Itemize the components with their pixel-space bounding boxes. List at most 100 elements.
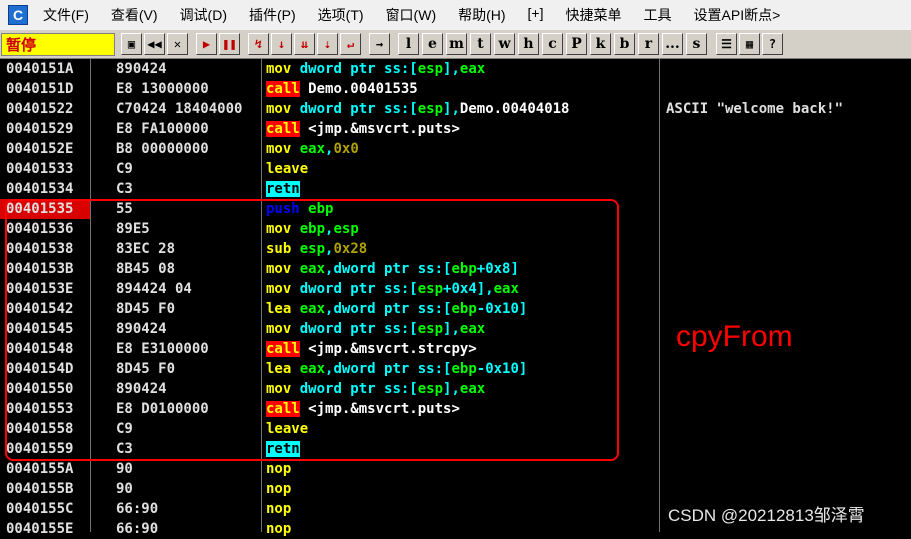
disasm-row[interactable]: 00401522 C70424 18404000 mov dword ptr ss:… [0,99,911,119]
instruction-cell: nop [266,499,656,519]
menu-item[interactable]: 文件(F) [32,5,100,25]
disasm-row[interactable]: 0040152E B8 00000000 mov eax,0x0 [0,139,911,159]
comment-cell [666,479,911,499]
menu-item[interactable]: [+] [517,5,555,25]
goto-icon[interactable]: → [369,33,390,55]
open-icon[interactable]: ▣ [121,33,142,55]
instruction-cell: mov eax,0x0 [266,139,656,159]
menu-item[interactable]: 工具 [633,5,683,25]
operand: 0x0 [333,141,359,157]
window-button-t[interactable]: t [470,33,491,55]
hex-dump-cell: E8 FA100000 [116,121,209,137]
execute-till-return-icon[interactable]: ↵ [340,33,361,55]
window-button-more[interactable]: ... [662,33,683,55]
window-button-s[interactable]: s [686,33,707,55]
window-letter-buttons: l e m t w h c Pk b r... s [398,33,710,55]
trace-over-icon[interactable]: ⇣ [317,33,338,55]
comment-cell [666,459,911,479]
comment-cell [666,239,911,259]
menu-item[interactable]: 设置API断点> [683,5,792,25]
address-cell: 0040151D [6,81,74,97]
window-button-c[interactable]: c [542,33,563,55]
menu-item[interactable]: 窗口(W) [375,5,448,25]
file-buttons: ▣ ◀◀ ✕ [121,33,190,55]
comment-cell [666,199,911,219]
comment-cell [666,259,911,279]
toolbar: 暂停 ▣ ◀◀ ✕ ▶ ❚❚ ↯ ↓ ⇊ ⇣ ↵ → l e m t w h c Pk b r... s ☰ ▦? [0,30,911,59]
disasm-row[interactable]: 0040151A 890424 mov dword ptr ss:[esp],eax [0,59,911,79]
step-into-icon[interactable]: ↯ [248,33,269,55]
function-annotation-label: cpyFrom [676,320,793,353]
comment-cell [666,379,911,399]
window-button-k[interactable]: k [590,33,611,55]
menu-item[interactable]: 插件(P) [238,5,307,25]
help-icon[interactable]: ? [762,33,783,55]
step-over-icon[interactable]: ↓ [271,33,292,55]
window-button-r[interactable]: r [638,33,659,55]
address-cell: 0040155A [6,461,74,477]
mnemonic: nop [266,481,292,497]
window-button-m[interactable]: m [446,33,467,55]
run-icon[interactable]: ▶ [196,33,217,55]
menu-item[interactable]: 快捷菜单 [555,5,633,25]
hex-dump-cell: E8 13000000 [116,81,209,97]
menu-item[interactable]: 选项(T) [307,5,375,25]
window-button-p[interactable]: P [566,33,587,55]
disasm-row[interactable]: 0040151D E8 13000000 call Demo.00401535 [0,79,911,99]
operand: eax [299,141,326,157]
mnemonic: mov [266,101,292,117]
operand: Demo.00404018 [459,101,570,117]
operand: dword ptr ss:[ [299,61,418,77]
mnemonic: nop [266,501,292,517]
menu-item[interactable]: 调试(D) [169,5,238,25]
column-divider [659,59,660,532]
disasm-row[interactable]: 00401529 E8 FA100000 call <jmp.&msvcrt.put… [0,119,911,139]
instruction-cell: nop [266,519,656,539]
menu-item[interactable]: 帮助(H) [447,5,516,25]
instruction-cell: nop [266,459,656,479]
menu-item[interactable]: 查看(V) [100,5,169,25]
disasm-row[interactable]: 0040155B 90 nop [0,479,911,499]
watermark: CSDN @20212813邹泽霄 [668,506,865,525]
operand: ], [443,101,460,117]
address-cell: 0040155E [6,521,74,537]
window-button-b[interactable]: b [614,33,635,55]
window-button-e[interactable]: e [422,33,443,55]
address-cell: 0040152E [6,141,74,157]
comment-cell [666,79,911,99]
disasm-row[interactable]: 0040155A 90 nop [0,459,911,479]
window-button-w[interactable]: w [494,33,515,55]
goto-buttons: → [369,33,392,55]
close-icon[interactable]: ✕ [167,33,188,55]
window-button-h[interactable]: h [518,33,539,55]
address-cell: 0040155C [6,501,74,517]
instruction-cell: retn [266,179,656,199]
grid-icon[interactable]: ▦ [739,33,760,55]
mnemonic: nop [266,521,292,537]
comment-cell [666,279,911,299]
address-cell: 00401529 [6,121,74,137]
instruction-cell: leave [266,159,656,179]
window-button-l[interactable]: l [398,33,419,55]
address-cell: 00401533 [6,161,74,177]
instruction-cell: call Demo.00401535 [266,79,656,99]
comment-cell [666,299,911,319]
trace-into-icon[interactable]: ⇊ [294,33,315,55]
debug-status: 暂停 [1,32,115,56]
rewind-icon[interactable]: ◀◀ [144,33,165,55]
operand: eax [459,61,486,77]
comment-cell [666,439,911,459]
list-icon[interactable]: ☰ [716,33,737,55]
app-icon[interactable]: C [8,5,28,25]
comment-cell [666,59,911,79]
operand: <jmp.&msvcrt.puts> [308,121,460,137]
operand: Demo.00401535 [308,81,418,97]
operand: esp [417,101,444,117]
pause-icon[interactable]: ❚❚ [219,33,240,55]
instruction-cell: mov dword ptr ss:[esp],eax [266,59,656,79]
operand: dword ptr ss:[ [299,101,418,117]
comment-cell [666,399,911,419]
disasm-row[interactable]: 00401533 C9 leave [0,159,911,179]
disasm-row[interactable]: 00401534 C3 retn [0,179,911,199]
comment-cell [666,219,911,239]
